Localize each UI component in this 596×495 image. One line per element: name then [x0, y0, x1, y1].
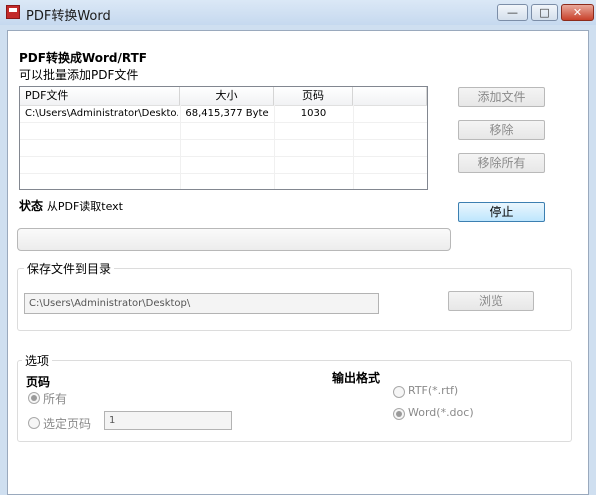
all-pages-label[interactable]: 所有 [43, 390, 67, 407]
save-directory-group: 保存文件到目录 C:\Users\Administrator\Desktop\ … [17, 260, 572, 331]
remove-all-button[interactable]: 移除所有 [458, 153, 545, 173]
status-line: 状态 从PDF读取text [19, 197, 123, 214]
maximize-button[interactable]: □ [531, 4, 558, 21]
output-format-label: 输出格式 [332, 371, 381, 385]
main-panel: PDF转换成Word/RTF 可以批量添加PDF文件 PDF文件 大小 页码 C… [7, 30, 589, 495]
pdf-file-list[interactable]: PDF文件 大小 页码 C:\Users\Administrator\Deskt… [19, 86, 428, 190]
section-subtitle: 可以批量添加PDF文件 [19, 68, 139, 82]
column-header-size[interactable]: 大小 [180, 87, 274, 105]
column-header-file[interactable]: PDF文件 [20, 87, 180, 105]
rtf-radio[interactable] [393, 386, 405, 398]
table-row-empty [20, 140, 427, 157]
close-button[interactable]: ✕ [561, 4, 594, 21]
title-bar[interactable]: PDF转换Word — □ ✕ [0, 0, 596, 25]
selected-pages-label[interactable]: 选定页码 [43, 415, 91, 432]
column-header-pages[interactable]: 页码 [274, 87, 353, 105]
pages-label: 页码 [26, 375, 51, 389]
pdf-app-icon [6, 5, 20, 19]
word-label[interactable]: Word(*.doc) [408, 406, 474, 419]
save-path-field[interactable]: C:\Users\Administrator\Desktop\ [24, 293, 379, 314]
table-row-empty [20, 157, 427, 174]
progress-bar [17, 228, 451, 251]
file-list-header: PDF文件 大小 页码 [20, 87, 427, 106]
all-pages-radio[interactable] [28, 392, 40, 404]
remove-button[interactable]: 移除 [458, 120, 545, 140]
column-header-empty [353, 87, 427, 105]
file-path-cell: C:\Users\Administrator\Deskto... [25, 108, 178, 119]
rtf-label[interactable]: RTF(*.rtf) [408, 384, 458, 397]
selected-pages-radio[interactable] [28, 417, 40, 429]
stop-button[interactable]: 停止 [458, 202, 545, 222]
add-file-button[interactable]: 添加文件 [458, 87, 545, 107]
minimize-button[interactable]: — [497, 4, 528, 21]
table-row-empty [20, 123, 427, 140]
options-legend: 选项 [22, 352, 53, 369]
app-window: PDF转换Word — □ ✕ PDF转换成Word/RTF 可以批量添加PDF… [0, 0, 596, 495]
window-title: PDF转换Word [26, 9, 111, 24]
file-size-cell: 68,415,377 Byte [185, 108, 269, 119]
browse-button[interactable]: 浏览 [448, 291, 534, 311]
word-radio[interactable] [393, 408, 405, 420]
save-directory-legend: 保存文件到目录 [24, 260, 115, 277]
table-row[interactable]: C:\Users\Administrator\Deskto... 68,415,… [20, 106, 427, 123]
selected-pages-input[interactable]: 1 [104, 411, 232, 430]
options-group: 选项 页码 所有 选定页码 1 输出格式 RTF(*.rtf) Word(*.d… [17, 352, 572, 442]
section-title: PDF转换成Word/RTF [19, 51, 147, 65]
file-pages-cell: 1030 [300, 108, 327, 119]
status-text: 从PDF读取text [46, 200, 123, 213]
status-label: 状态 [19, 199, 44, 213]
